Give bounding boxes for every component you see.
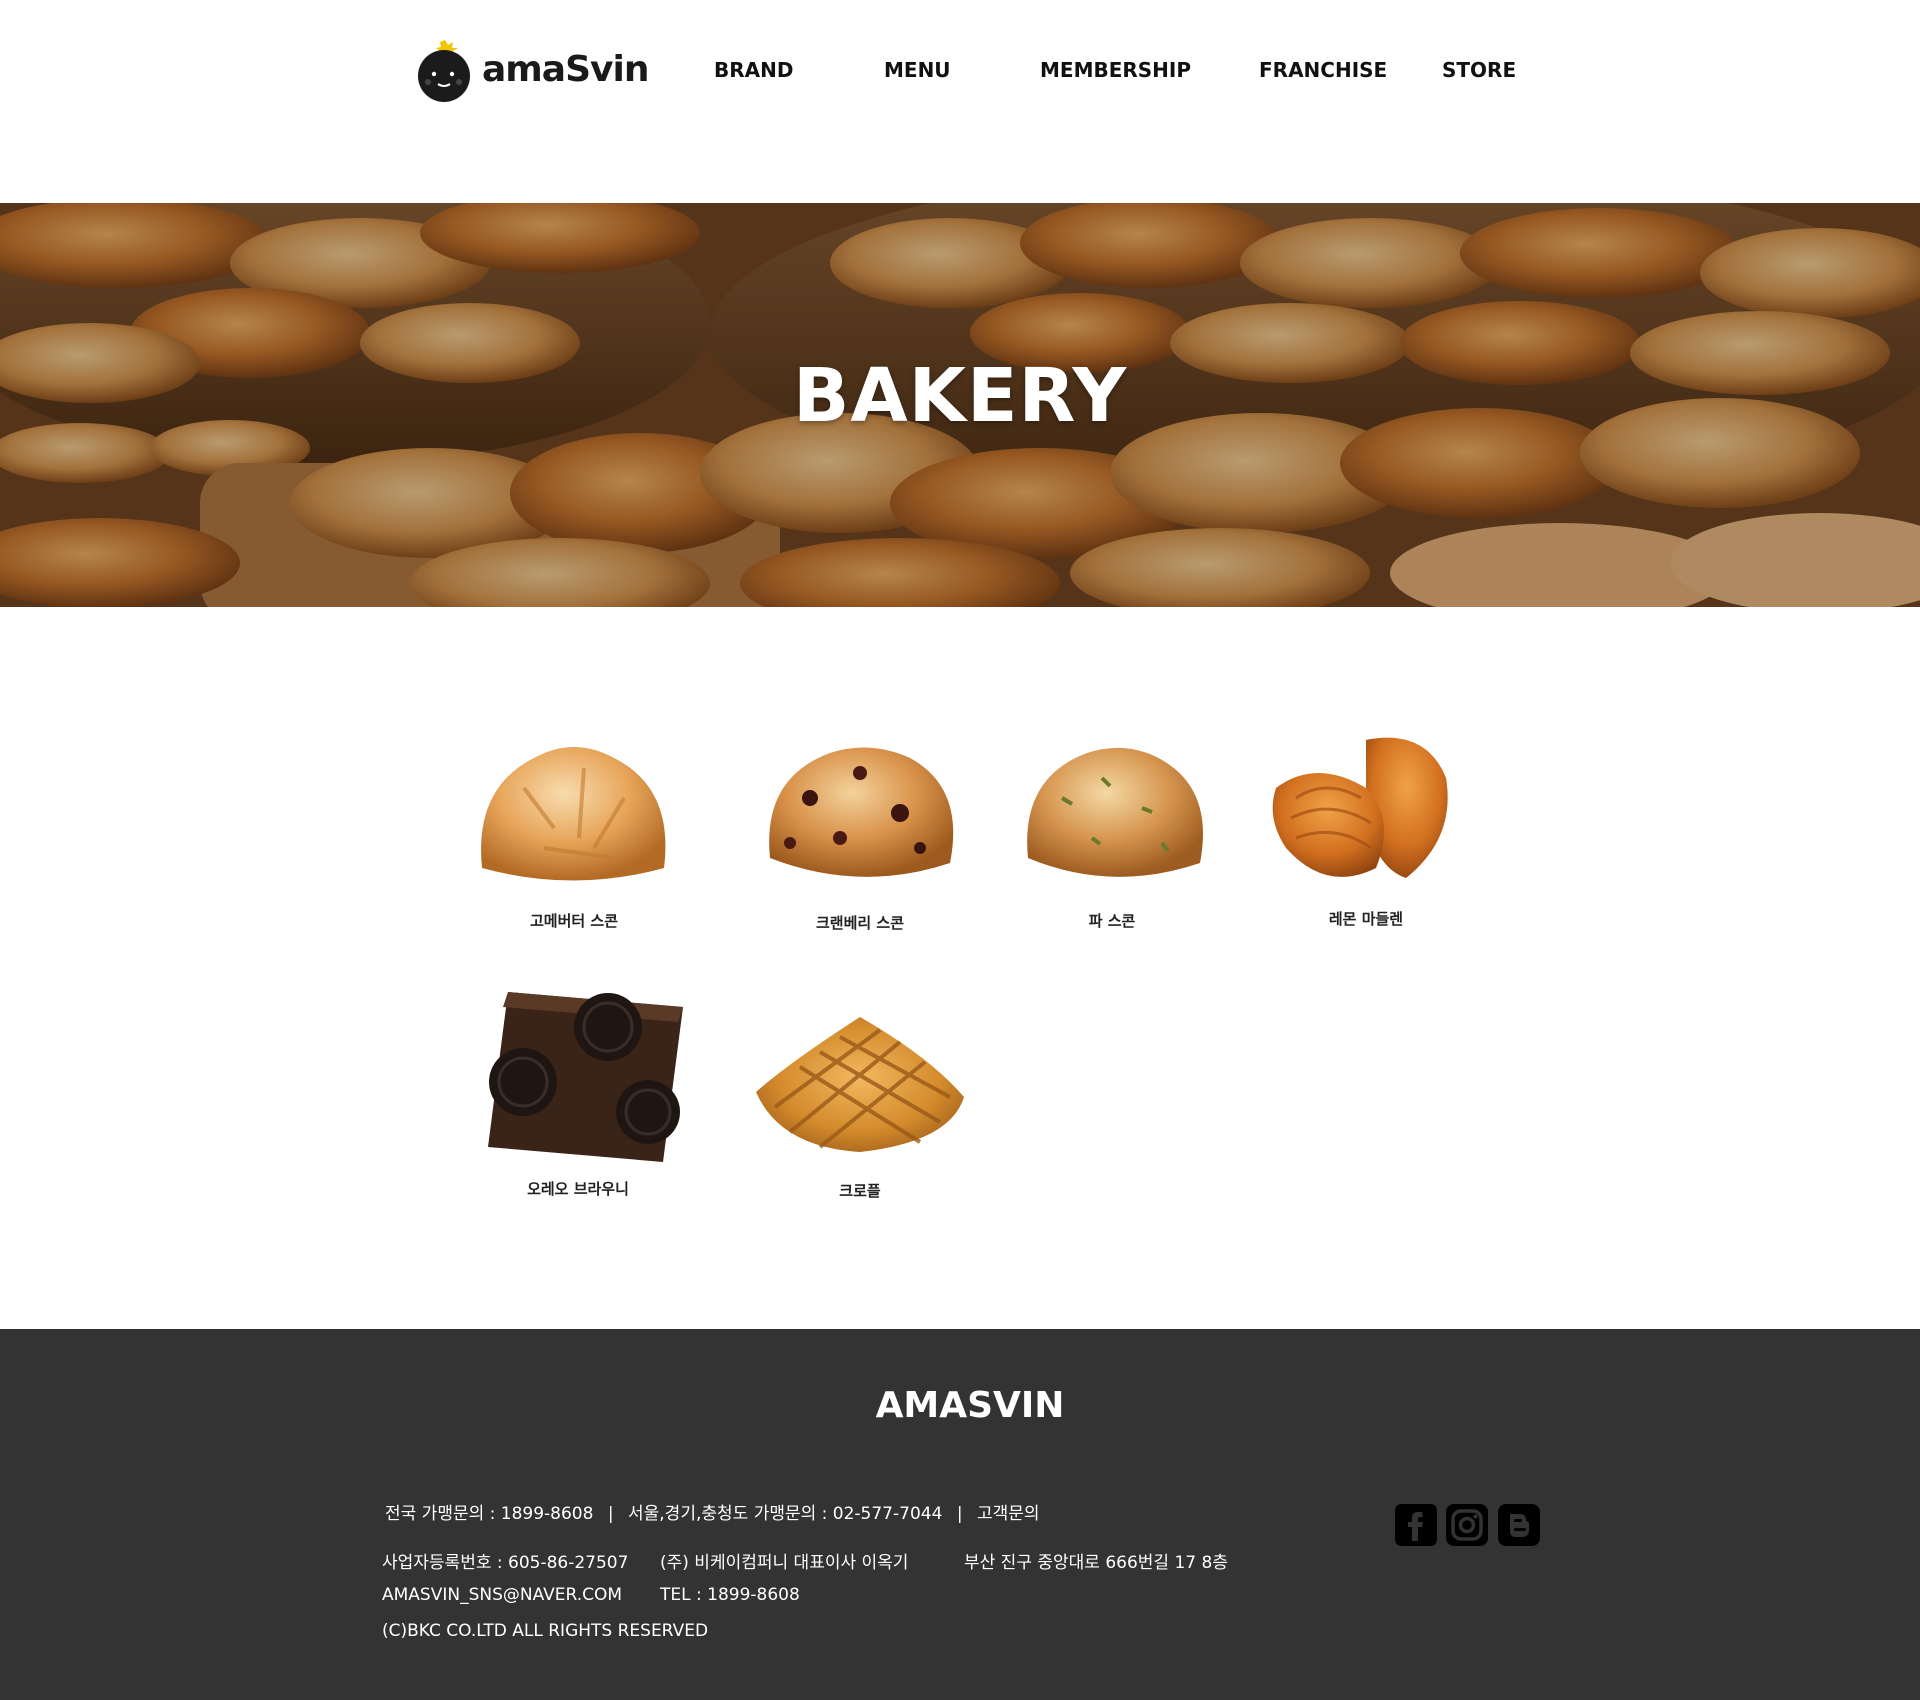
facebook-icon bbox=[1395, 1504, 1437, 1546]
croffle-icon bbox=[756, 1017, 964, 1152]
company-info: (주) 비케이컴퍼니 대표이사 이옥기 bbox=[660, 1553, 909, 1573]
cranberry-scone-icon bbox=[769, 747, 954, 877]
product-name: 고메버터 스콘 bbox=[529, 912, 619, 930]
product-name: 레몬 마들렌 bbox=[1328, 910, 1404, 928]
customer-inquiry-link[interactable]: 고객문의 bbox=[977, 1504, 1040, 1524]
nationwide-franchise-inquiry: 전국 가맹문의 : 1899-8608 bbox=[385, 1504, 594, 1524]
product-name: 크로플 bbox=[839, 1182, 881, 1200]
nav-franchise[interactable]: FRANCHISE bbox=[1259, 58, 1387, 82]
hero-banner: BAKERY bbox=[0, 203, 1920, 607]
site-header: amaSvin BRAND MENU MEMBERSHIP FRANCHISE … bbox=[0, 0, 1920, 203]
instagram-link[interactable] bbox=[1446, 1504, 1488, 1546]
nav-membership[interactable]: MEMBERSHIP bbox=[1040, 58, 1191, 82]
product-name: 오레오 브라우니 bbox=[527, 1180, 629, 1198]
instagram-icon bbox=[1446, 1504, 1488, 1546]
product-card-oreo-brownie[interactable]: 오레오 브라우니 bbox=[458, 982, 698, 1222]
logo-text: amaSvin bbox=[482, 48, 649, 90]
site-footer: AMASVIN 전국 가맹문의 : 1899-8608 | 서울,경기,충청도 … bbox=[0, 1329, 1920, 1700]
product-card-green-onion-scone[interactable]: 파 스콘 bbox=[992, 718, 1232, 958]
regional-franchise-inquiry: 서울,경기,충청도 가맹문의 : 02-577-7044 bbox=[628, 1504, 943, 1524]
hero-title: BAKERY bbox=[792, 353, 1128, 439]
scone-icon bbox=[481, 747, 666, 881]
product-card-cranberry-scone[interactable]: 크랜베리 스콘 bbox=[740, 718, 980, 958]
company-address: 부산 진구 중앙대로 666번길 17 8층 bbox=[964, 1553, 1228, 1573]
product-name: 파 스콘 bbox=[1088, 912, 1136, 930]
footer-brand: AMASVIN bbox=[875, 1385, 1065, 1426]
madeleine-icon bbox=[1272, 737, 1448, 878]
separator: | bbox=[607, 1504, 614, 1524]
separator: | bbox=[956, 1504, 963, 1524]
product-card-gourmet-butter-scone[interactable]: 고메버터 스콘 bbox=[454, 718, 694, 958]
nav-store[interactable]: STORE bbox=[1442, 58, 1516, 82]
product-card-lemon-madeleine[interactable]: 레몬 마들렌 bbox=[1246, 718, 1486, 958]
product-name: 크랜베리 스콘 bbox=[815, 914, 905, 932]
brownie-icon bbox=[488, 992, 683, 1162]
blogger-icon bbox=[1498, 1504, 1540, 1546]
site-logo[interactable]: amaSvin bbox=[414, 34, 649, 104]
footer-contact-line: 전국 가맹문의 : 1899-8608 | 서울,경기,충청도 가맹문의 : 0… bbox=[385, 1499, 1040, 1524]
nav-brand[interactable]: BRAND bbox=[714, 58, 793, 82]
blogger-link[interactable] bbox=[1498, 1504, 1540, 1546]
business-number: 사업자등록번호 : 605-86-27507 bbox=[382, 1553, 629, 1573]
copyright: (C)BKC CO.LTD ALL RIGHTS RESERVED bbox=[382, 1621, 709, 1641]
contact-email: AMASVIN_SNS@NAVER.COM bbox=[382, 1585, 623, 1605]
product-card-croffle[interactable]: 크로플 bbox=[740, 982, 980, 1222]
facebook-link[interactable] bbox=[1395, 1504, 1437, 1546]
contact-tel: TEL : 1899-8608 bbox=[660, 1585, 800, 1605]
green-onion-scone-icon bbox=[1027, 747, 1203, 877]
logo-mascot-icon bbox=[414, 36, 474, 102]
nav-menu[interactable]: MENU bbox=[884, 58, 951, 82]
